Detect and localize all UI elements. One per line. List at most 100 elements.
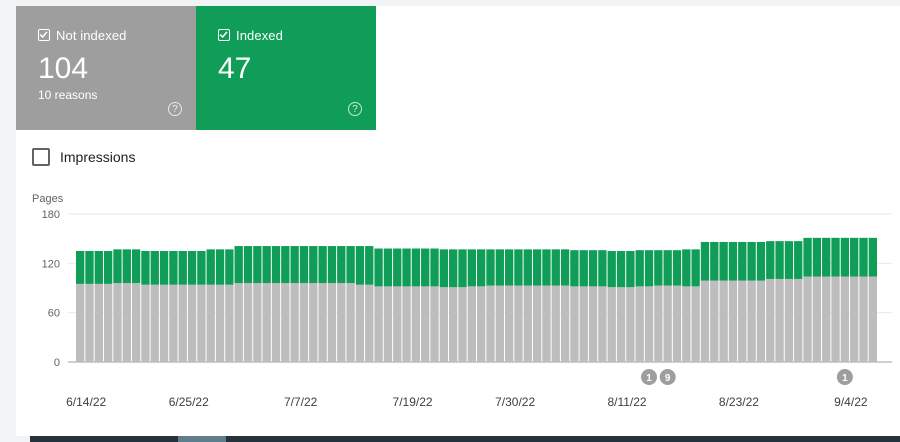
bar-indexed <box>710 241 719 281</box>
bar-not-indexed <box>150 284 159 362</box>
bar-indexed <box>654 250 663 286</box>
bar-indexed <box>346 246 355 284</box>
bar-indexed <box>579 250 588 287</box>
bar-not-indexed <box>309 283 318 362</box>
scrollbar-track[interactable] <box>30 436 900 442</box>
bar-not-indexed <box>225 284 234 362</box>
bar-not-indexed <box>560 285 570 362</box>
bar-not-indexed <box>570 286 579 362</box>
scrollbar-thumb[interactable] <box>178 436 226 442</box>
bar-not-indexed <box>850 276 859 362</box>
bar-not-indexed <box>187 284 197 362</box>
index-coverage-card: Not indexed 104 10 reasons ? Indexed 47 … <box>16 6 900 436</box>
bar-not-indexed <box>766 278 775 362</box>
bar-not-indexed <box>113 283 122 362</box>
bar-not-indexed <box>523 285 532 362</box>
bar-indexed <box>169 251 178 285</box>
bar-indexed <box>532 249 542 286</box>
y-axis-label: Pages <box>32 193 64 205</box>
bar-indexed <box>215 249 225 285</box>
x-tick-label: 7/19/22 <box>393 395 433 409</box>
bar-not-indexed <box>626 287 635 362</box>
bar-not-indexed <box>178 284 187 362</box>
bar-indexed <box>775 241 784 279</box>
bar-indexed <box>309 246 318 284</box>
bar-not-indexed <box>728 280 738 362</box>
bar-not-indexed <box>262 283 271 362</box>
bar-not-indexed <box>76 283 85 362</box>
bar-indexed <box>644 250 654 287</box>
bar-not-indexed <box>141 284 150 362</box>
bar-not-indexed <box>710 280 719 362</box>
bar-indexed <box>197 251 206 285</box>
bar-indexed <box>663 250 672 286</box>
bar-not-indexed <box>365 284 374 362</box>
y-tick-label: 180 <box>42 209 60 221</box>
bar-not-indexed <box>477 286 486 362</box>
annotation-label: 1 <box>842 373 848 384</box>
bar-indexed <box>94 251 103 284</box>
bar-indexed <box>868 237 877 277</box>
x-tick-label: 6/25/22 <box>169 395 209 409</box>
bar-not-indexed <box>318 283 327 362</box>
bar-indexed <box>355 246 365 285</box>
bar-not-indexed <box>607 287 616 362</box>
bar-indexed <box>327 246 337 284</box>
bar-indexed <box>458 249 467 288</box>
bar-indexed <box>383 248 393 287</box>
bar-not-indexed <box>383 286 393 362</box>
bar-indexed <box>85 251 94 284</box>
bar-not-indexed <box>822 276 831 362</box>
x-tick-label: 8/23/22 <box>719 395 759 409</box>
bar-not-indexed <box>122 283 131 362</box>
bar-not-indexed <box>486 285 495 362</box>
bar-not-indexed <box>197 284 206 362</box>
bar-indexed <box>122 249 131 284</box>
bar-indexed <box>290 246 299 284</box>
x-tick-label: 7/7/22 <box>284 395 318 409</box>
bar-indexed <box>234 246 243 284</box>
bar-not-indexed <box>542 285 551 362</box>
bar-indexed <box>113 249 122 284</box>
bar-not-indexed <box>290 283 299 362</box>
bar-not-indexed <box>747 280 756 362</box>
bar-indexed <box>178 251 187 285</box>
bar-not-indexed <box>803 276 812 362</box>
bar-indexed <box>616 251 626 288</box>
bar-not-indexed <box>691 286 700 362</box>
bar-not-indexed <box>784 278 794 362</box>
annotation-label: 1 <box>646 373 652 384</box>
bar-not-indexed <box>271 283 281 362</box>
bar-not-indexed <box>840 276 850 362</box>
bar-indexed <box>794 241 803 279</box>
bar-indexed <box>337 246 346 284</box>
bar-indexed <box>430 248 439 287</box>
bar-indexed <box>588 250 598 287</box>
bar-indexed <box>477 249 486 287</box>
bar-indexed <box>374 248 383 287</box>
bar-not-indexed <box>756 280 766 362</box>
bar-indexed <box>253 246 262 284</box>
bar-indexed <box>486 249 495 286</box>
bar-not-indexed <box>514 285 523 362</box>
bar-indexed <box>159 251 169 285</box>
bar-not-indexed <box>775 278 784 362</box>
bar-not-indexed <box>439 287 449 362</box>
bar-indexed <box>467 249 476 287</box>
bar-indexed <box>812 237 822 277</box>
bar-not-indexed <box>588 286 598 362</box>
bar-not-indexed <box>467 286 476 362</box>
bar-not-indexed <box>551 285 560 362</box>
bar-indexed <box>187 251 197 285</box>
bar-not-indexed <box>355 284 365 362</box>
bar-not-indexed <box>215 284 225 362</box>
bar-indexed <box>850 237 859 277</box>
bar-indexed <box>141 251 150 285</box>
bar-indexed <box>206 249 215 285</box>
bar-not-indexed <box>812 276 822 362</box>
bar-indexed <box>635 250 644 287</box>
bar-not-indexed <box>402 286 411 362</box>
y-tick-label: 60 <box>48 308 60 320</box>
bar-indexed <box>411 248 421 287</box>
bar-not-indexed <box>579 286 588 362</box>
